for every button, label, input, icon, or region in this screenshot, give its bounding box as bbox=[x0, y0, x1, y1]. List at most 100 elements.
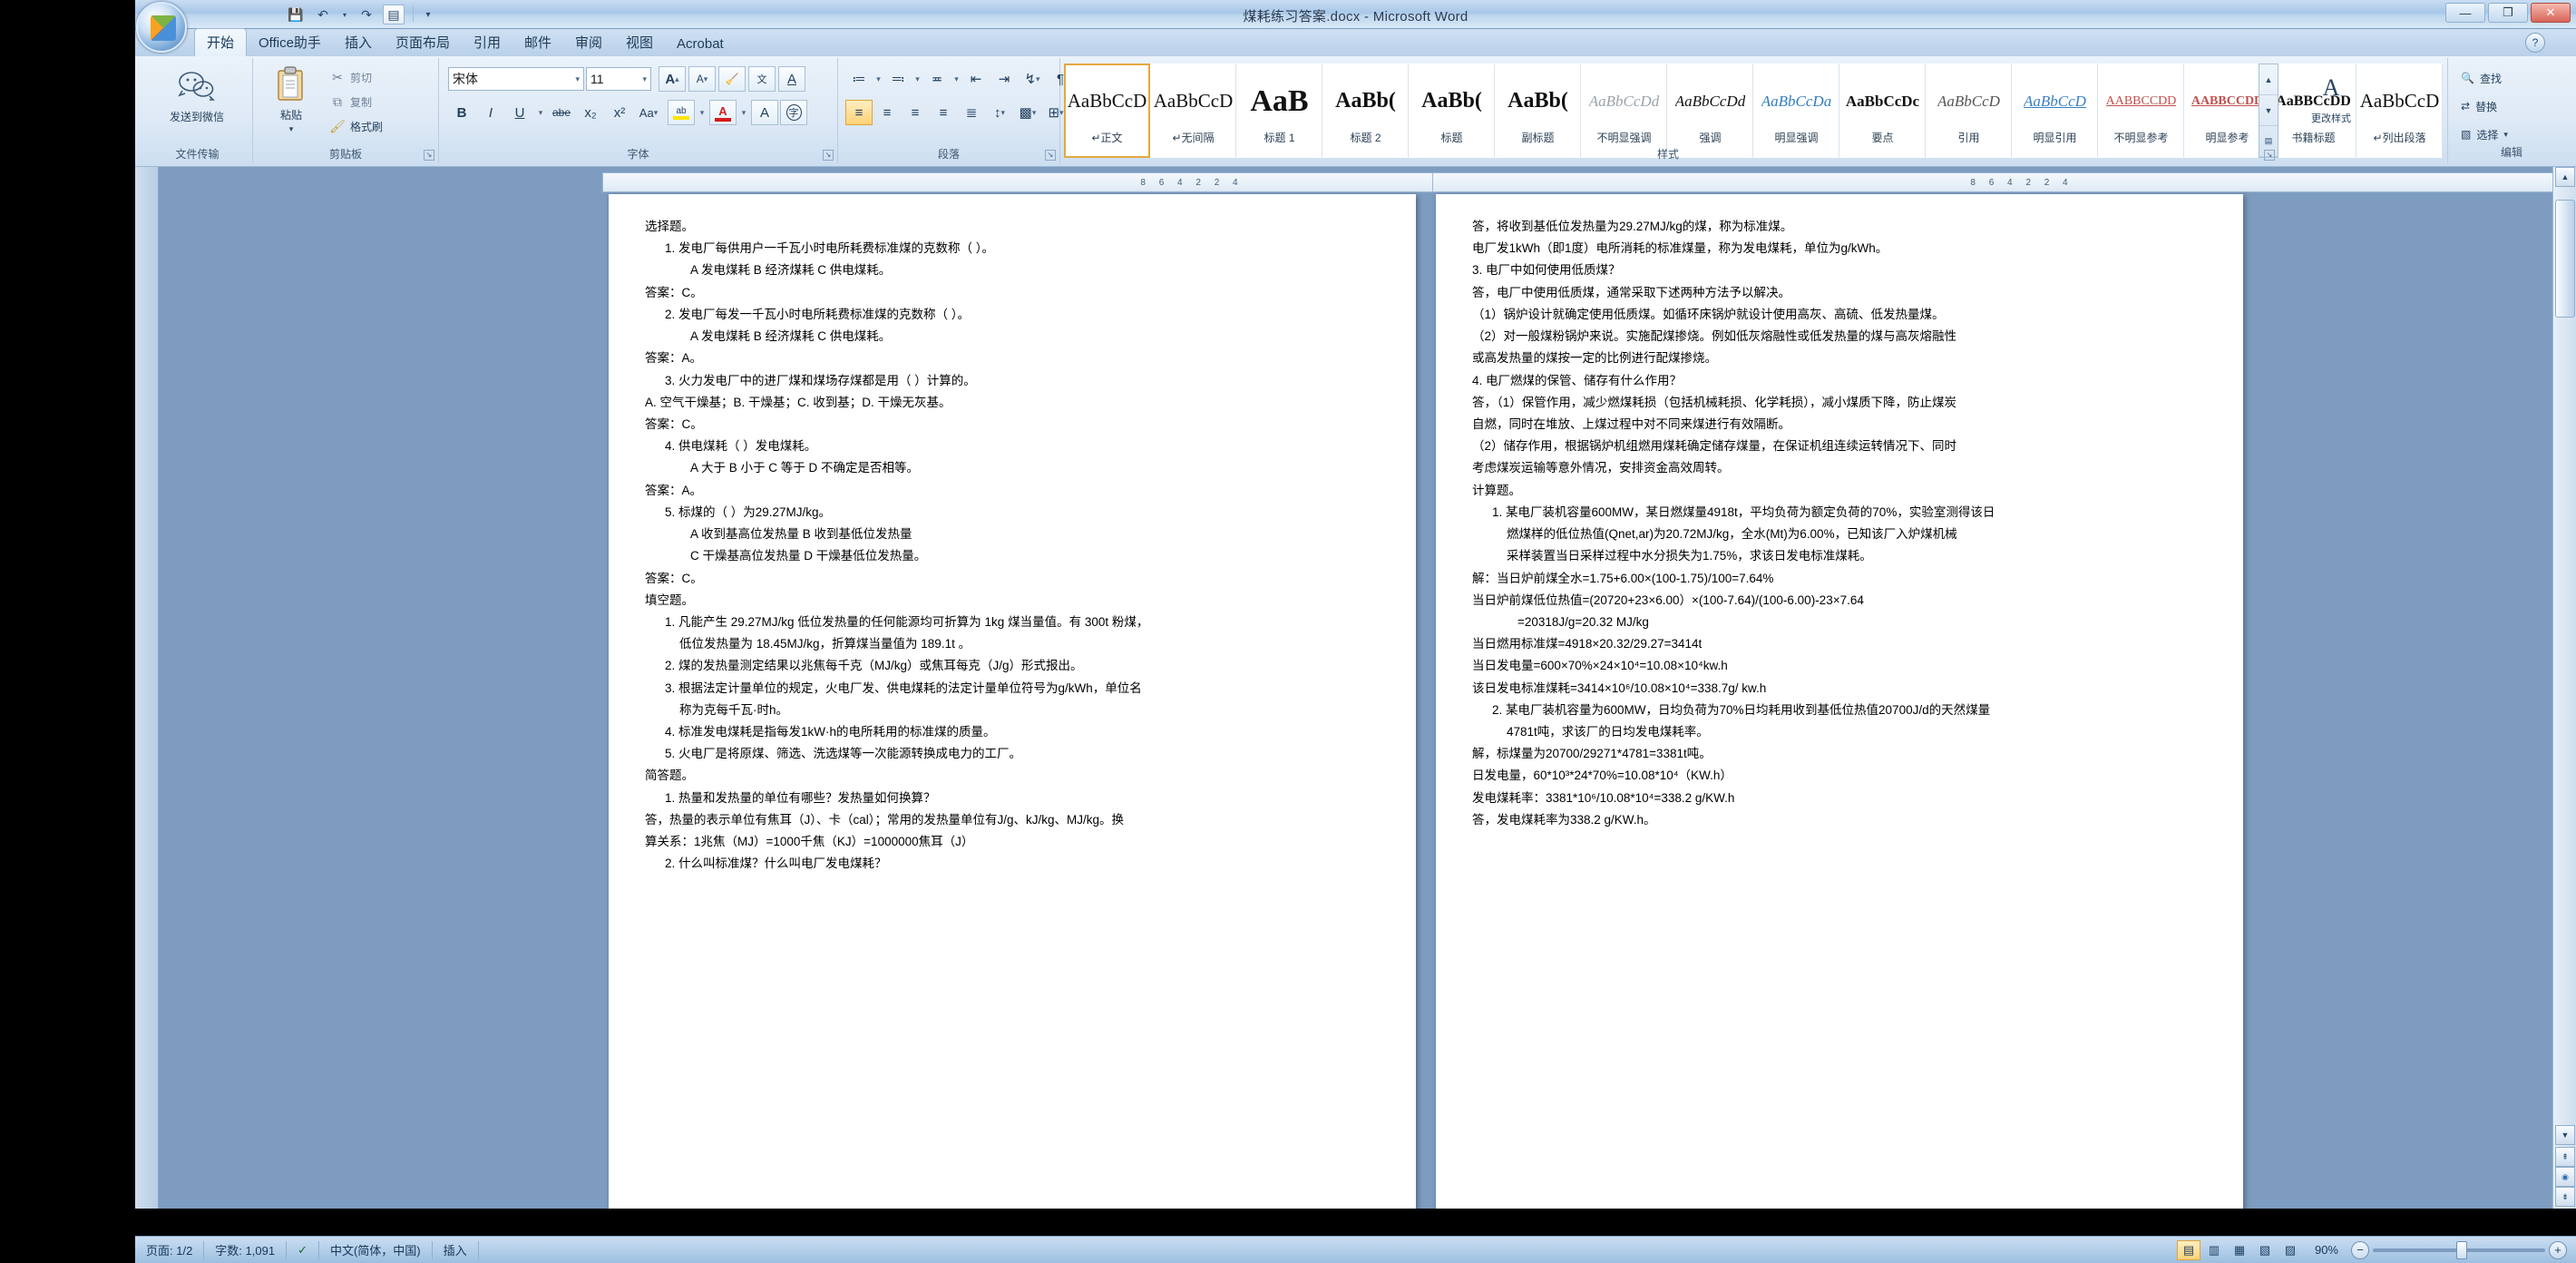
scroll-down-arrow[interactable]: ▼ bbox=[2555, 1125, 2575, 1145]
numbering-dropdown-icon[interactable]: ▾ bbox=[912, 66, 922, 92]
bullets-dropdown-icon[interactable]: ▾ bbox=[873, 66, 883, 92]
document-page-1[interactable]: 选择题。 1. 发电厂每供用户一千瓦小时电所耗费标准煤的克数称（ ）。 A 发电煤耗… bbox=[609, 194, 1416, 1209]
font-dialog-launcher[interactable]: ↘ bbox=[823, 150, 834, 161]
scrollbar-thumb[interactable] bbox=[2555, 200, 2575, 318]
status-language[interactable]: 中文(简体，中国) bbox=[319, 1240, 433, 1259]
maximize-button[interactable]: ❐ bbox=[2488, 3, 2528, 23]
vertical-scrollbar[interactable]: ▲ ▼ ⇞ ◉ ⇟ bbox=[2552, 167, 2576, 1209]
underline-dropdown-icon[interactable]: ▾ bbox=[535, 100, 546, 125]
style-tile-8[interactable]: AaBbCcDa 明显强调 bbox=[1753, 64, 1839, 158]
distribute-button[interactable]: ≣ bbox=[958, 100, 985, 125]
align-left-button[interactable]: ≡ bbox=[845, 100, 873, 125]
font-size-chevron-down-icon[interactable]: ▾ bbox=[642, 74, 647, 84]
italic-button[interactable]: I bbox=[477, 100, 504, 125]
style-tile-9[interactable]: AaBbCcDc 要点 bbox=[1839, 64, 1926, 158]
paste-button[interactable]: 粘贴 ▾ bbox=[259, 64, 324, 134]
zoom-out-button[interactable]: − bbox=[2351, 1240, 2369, 1259]
customize-qat-icon[interactable]: ▾ bbox=[422, 5, 434, 24]
tab-2[interactable]: 插入 bbox=[333, 29, 384, 56]
decrease-indent-button[interactable]: ⇤ bbox=[962, 66, 990, 92]
numbering-button[interactable]: ≕ bbox=[884, 66, 912, 92]
document-canvas[interactable]: 8 6 4 2 2 4 8 6 4 2 2 4 选择题。 1. 发电厂每供用户一千… bbox=[135, 167, 2576, 1209]
web-layout-view[interactable]: ▦ bbox=[2228, 1240, 2251, 1260]
style-tile-2[interactable]: AaB 标题 1 bbox=[1236, 64, 1322, 158]
paragraph-dialog-launcher[interactable]: ↘ bbox=[1045, 150, 1056, 161]
horizontal-ruler-right[interactable]: 8 6 4 2 2 4 bbox=[1432, 172, 2576, 192]
page-2-content[interactable]: 答，将收到基低位发热量为29.27MJ/kg的煤，称为标准煤。 电厂发1kWh（即… bbox=[1472, 216, 2216, 831]
zoom-slider[interactable] bbox=[2373, 1240, 2545, 1259]
document-page-2[interactable]: 答，将收到基低位发热量为29.27MJ/kg的煤，称为标准煤。 电厂发1kWh（即… bbox=[1436, 194, 2243, 1209]
grow-font-button[interactable]: A ▴ bbox=[659, 66, 686, 92]
tab-6[interactable]: 审阅 bbox=[563, 29, 614, 56]
zoom-level-label[interactable]: 90% bbox=[2315, 1243, 2338, 1257]
character-border-button[interactable]: A bbox=[778, 66, 805, 92]
style-tile-10[interactable]: AaBbCcD 引用 bbox=[1926, 64, 2012, 158]
shrink-font-button[interactable]: A ▾ bbox=[688, 66, 716, 92]
shading-button[interactable]: ▩ ▾ bbox=[1014, 100, 1041, 125]
style-tile-1[interactable]: AaBbCcD ↵无间隔 bbox=[1150, 64, 1236, 158]
align-center-button[interactable]: ≡ bbox=[873, 100, 901, 125]
phonetic-guide-button[interactable]: 文 bbox=[748, 66, 776, 92]
font-name-input[interactable]: 宋体 ▾ bbox=[448, 67, 584, 91]
bullets-button[interactable]: ≔ bbox=[845, 66, 873, 92]
line-spacing-button[interactable]: ↕ ▾ bbox=[986, 100, 1013, 125]
highlight-dropdown-icon[interactable]: ▾ bbox=[697, 100, 707, 125]
style-tile-11[interactable]: AaBbCcD 明显引用 bbox=[2012, 64, 2098, 158]
align-right-button[interactable]: ≡ bbox=[902, 100, 929, 125]
tab-1[interactable]: Office助手 bbox=[247, 29, 333, 56]
style-tile-13[interactable]: AABBCCDD 明显参考 bbox=[2184, 64, 2270, 158]
status-insert-mode[interactable]: 插入 bbox=[433, 1240, 479, 1259]
sort-button[interactable]: ↯ ▾ bbox=[1019, 66, 1046, 92]
select-button[interactable]: ▧ 选择 ▾ bbox=[2461, 123, 2508, 145]
copy-button[interactable]: ⧉ 复制 bbox=[329, 92, 383, 112]
minimize-button[interactable]: — bbox=[2445, 3, 2485, 23]
multilevel-list-button[interactable]: ≖ bbox=[923, 66, 951, 92]
tab-8[interactable]: Acrobat bbox=[665, 33, 736, 56]
quick-print-icon[interactable]: ▤ bbox=[383, 5, 405, 24]
status-proofing[interactable]: ✓ bbox=[287, 1240, 319, 1259]
style-tile-12[interactable]: AABBCCDD 不明显参考 bbox=[2098, 64, 2184, 158]
style-tile-4[interactable]: AaBb(标题 bbox=[1409, 64, 1495, 158]
tab-7[interactable]: 视图 bbox=[614, 29, 665, 56]
outline-view[interactable]: ▧ bbox=[2253, 1240, 2277, 1260]
undo-icon[interactable]: ↶ bbox=[312, 5, 334, 24]
style-tile-3[interactable]: AaBb(标题 2 bbox=[1322, 64, 1409, 158]
paste-dropdown-icon[interactable]: ▾ bbox=[289, 124, 294, 134]
find-button[interactable]: 🔍 查找 bbox=[2461, 67, 2508, 89]
bold-button[interactable]: B bbox=[448, 100, 475, 125]
full-screen-reading-view[interactable]: ▥ bbox=[2202, 1240, 2226, 1260]
superscript-button[interactable]: x² bbox=[606, 100, 633, 125]
next-page-button[interactable]: ⇟ bbox=[2555, 1187, 2575, 1207]
page-1-content[interactable]: 选择题。 1. 发电厂每供用户一千瓦小时电所耗费标准煤的克数称（ ）。 A 发电煤耗… bbox=[645, 216, 1389, 876]
status-page-indicator[interactable]: 页面: 1/2 bbox=[135, 1240, 205, 1259]
office-button[interactable] bbox=[136, 2, 187, 53]
scroll-up-arrow[interactable]: ▲ bbox=[2555, 167, 2575, 187]
status-word-count[interactable]: 字数: 1,091 bbox=[204, 1240, 288, 1259]
style-tile-0[interactable]: AaBbCcD ↵正文 bbox=[1064, 64, 1150, 158]
send-to-wechat-button[interactable]: 发送到微信 bbox=[155, 65, 239, 124]
redo-icon[interactable]: ↷ bbox=[356, 5, 377, 24]
zoom-slider-knob[interactable] bbox=[2456, 1240, 2467, 1259]
undo-dropdown-icon[interactable]: ▾ bbox=[339, 5, 350, 24]
previous-page-button[interactable]: ⇞ bbox=[2555, 1147, 2575, 1167]
tab-5[interactable]: 邮件 bbox=[512, 29, 563, 56]
style-tile-5[interactable]: AaBb(副标题 bbox=[1495, 64, 1581, 158]
save-icon[interactable]: 💾 bbox=[285, 5, 307, 24]
zoom-in-button[interactable]: + bbox=[2549, 1240, 2567, 1259]
justify-button[interactable]: ≡ bbox=[930, 100, 957, 125]
change-case-button[interactable]: Aa ▾ bbox=[635, 100, 662, 125]
cut-button[interactable]: ✂ 剪切 bbox=[329, 67, 383, 87]
gallery-scroll-down-button[interactable]: ▼ bbox=[2259, 95, 2278, 126]
font-size-input[interactable]: 11 ▾ bbox=[586, 67, 651, 91]
replace-button[interactable]: ⇄ 替换 bbox=[2461, 95, 2508, 117]
clipboard-dialog-launcher[interactable]: ↘ bbox=[424, 150, 434, 161]
tab-0[interactable]: 开始 bbox=[194, 28, 248, 56]
gallery-scroll-up-button[interactable]: ▲ bbox=[2259, 64, 2278, 95]
strikethrough-button[interactable]: abe bbox=[548, 100, 575, 125]
browse-object-button[interactable]: ◉ bbox=[2555, 1167, 2575, 1187]
underline-button[interactable]: U bbox=[506, 100, 533, 125]
character-shading-button[interactable]: A bbox=[751, 100, 778, 125]
font-color-dropdown-icon[interactable]: ▾ bbox=[738, 100, 749, 125]
help-button[interactable]: ? bbox=[2525, 33, 2545, 53]
style-tile-6[interactable]: AaBbCcDd 不明显强调 bbox=[1581, 64, 1667, 158]
